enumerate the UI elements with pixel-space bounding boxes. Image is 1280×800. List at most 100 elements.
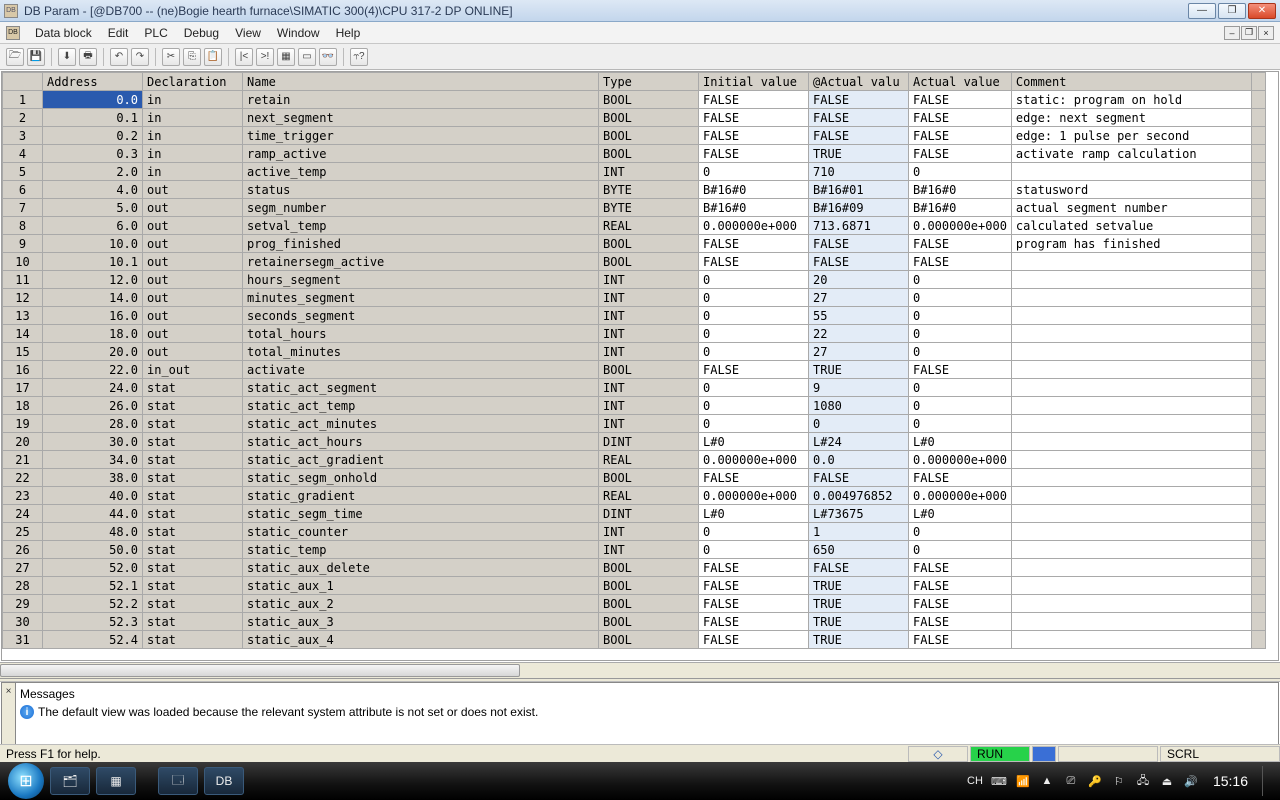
col-rownum[interactable] <box>3 73 43 91</box>
row-number[interactable]: 30 <box>3 613 43 631</box>
cell-declaration[interactable]: out <box>143 289 243 307</box>
cell-comment[interactable] <box>1011 163 1251 181</box>
col-name[interactable]: Name <box>243 73 599 91</box>
tray-keyboard-icon[interactable]: ⌨ <box>991 773 1007 789</box>
table-row[interactable]: 2238.0statstatic_segm_onholdBOOLFALSEFAL… <box>3 469 1266 487</box>
cell-declaration[interactable]: out <box>143 181 243 199</box>
cell-at-actual-value[interactable]: FALSE <box>809 127 909 145</box>
maximize-button[interactable]: ❐ <box>1218 3 1246 19</box>
cell-declaration[interactable]: in_out <box>143 361 243 379</box>
cell-type[interactable]: INT <box>599 343 699 361</box>
cell-actual-value[interactable]: 0 <box>909 523 1012 541</box>
cell-declaration[interactable]: in <box>143 145 243 163</box>
cell-declaration[interactable]: out <box>143 271 243 289</box>
tray-license-icon[interactable]: 🔑 <box>1087 773 1103 789</box>
cell-initial-value[interactable]: B#16#0 <box>699 199 809 217</box>
tray-ime-label[interactable]: CH <box>967 773 983 789</box>
cell-type[interactable]: BOOL <box>599 253 699 271</box>
cell-comment[interactable] <box>1011 487 1251 505</box>
cell-at-actual-value[interactable]: 55 <box>809 307 909 325</box>
cell-name[interactable]: segm_number <box>243 199 599 217</box>
cell-address[interactable]: 20.0 <box>43 343 143 361</box>
cell-declaration[interactable]: stat <box>143 595 243 613</box>
cell-address[interactable]: 34.0 <box>43 451 143 469</box>
tray-wifi-icon[interactable]: 📶 <box>1015 773 1031 789</box>
cell-declaration[interactable]: out <box>143 307 243 325</box>
cell-type[interactable]: INT <box>599 325 699 343</box>
cell-type[interactable]: BOOL <box>599 361 699 379</box>
cell-name[interactable]: status <box>243 181 599 199</box>
row-number[interactable]: 7 <box>3 199 43 217</box>
row-number[interactable]: 25 <box>3 523 43 541</box>
cell-declaration[interactable]: out <box>143 217 243 235</box>
cell-actual-value[interactable]: 0 <box>909 541 1012 559</box>
cell-address[interactable]: 24.0 <box>43 379 143 397</box>
row-number[interactable]: 17 <box>3 379 43 397</box>
cell-type[interactable]: REAL <box>599 451 699 469</box>
cell-actual-value[interactable]: FALSE <box>909 109 1012 127</box>
cell-name[interactable]: time_trigger <box>243 127 599 145</box>
row-number[interactable]: 22 <box>3 469 43 487</box>
tray-safe-remove-icon[interactable]: ⏏ <box>1159 773 1175 789</box>
cell-type[interactable]: BOOL <box>599 631 699 649</box>
cell-type[interactable]: BOOL <box>599 469 699 487</box>
tray-chevron-up-icon[interactable]: ▲ <box>1039 773 1055 789</box>
cell-address[interactable]: 52.3 <box>43 613 143 631</box>
col-at-actual-value[interactable]: @Actual valu <box>809 73 909 91</box>
cell-initial-value[interactable]: FALSE <box>699 235 809 253</box>
cell-comment[interactable] <box>1011 469 1251 487</box>
cell-at-actual-value[interactable]: L#24 <box>809 433 909 451</box>
cell-declaration[interactable]: stat <box>143 631 243 649</box>
cell-declaration[interactable]: in <box>143 163 243 181</box>
cell-comment[interactable] <box>1011 397 1251 415</box>
cell-declaration[interactable]: out <box>143 199 243 217</box>
cell-at-actual-value[interactable]: 710 <box>809 163 909 181</box>
cut-icon[interactable]: ✂ <box>162 48 180 66</box>
scrollbar-thumb[interactable] <box>0 664 520 677</box>
cell-comment[interactable] <box>1011 541 1251 559</box>
mdi-close-button[interactable]: × <box>1258 26 1274 40</box>
cell-comment[interactable] <box>1011 577 1251 595</box>
cell-comment[interactable] <box>1011 415 1251 433</box>
cell-initial-value[interactable]: FALSE <box>699 631 809 649</box>
cell-address[interactable]: 2.0 <box>43 163 143 181</box>
cell-actual-value[interactable]: FALSE <box>909 91 1012 109</box>
cell-comment[interactable] <box>1011 271 1251 289</box>
cell-at-actual-value[interactable]: TRUE <box>809 631 909 649</box>
cell-type[interactable]: BYTE <box>599 199 699 217</box>
table-row[interactable]: 2952.2statstatic_aux_2BOOLFALSETRUEFALSE <box>3 595 1266 613</box>
cell-name[interactable]: setval_temp <box>243 217 599 235</box>
table-row[interactable]: 3052.3statstatic_aux_3BOOLFALSETRUEFALSE <box>3 613 1266 631</box>
cell-type[interactable]: BOOL <box>599 109 699 127</box>
table-row[interactable]: 1724.0statstatic_act_segmentINT090 <box>3 379 1266 397</box>
cell-type[interactable]: BOOL <box>599 91 699 109</box>
cell-type[interactable]: REAL <box>599 487 699 505</box>
cell-address[interactable]: 30.0 <box>43 433 143 451</box>
cell-name[interactable]: activate <box>243 361 599 379</box>
cell-comment[interactable]: calculated setvalue <box>1011 217 1251 235</box>
cell-initial-value[interactable]: 0 <box>699 397 809 415</box>
cell-declaration[interactable]: out <box>143 325 243 343</box>
cell-address[interactable]: 0.2 <box>43 127 143 145</box>
cell-at-actual-value[interactable]: 20 <box>809 271 909 289</box>
cell-at-actual-value[interactable]: L#73675 <box>809 505 909 523</box>
cell-comment[interactable]: activate ramp calculation <box>1011 145 1251 163</box>
table-row[interactable]: 2444.0statstatic_segm_timeDINTL#0L#73675… <box>3 505 1266 523</box>
cell-actual-value[interactable]: B#16#0 <box>909 181 1012 199</box>
cell-declaration[interactable]: stat <box>143 487 243 505</box>
cell-at-actual-value[interactable]: TRUE <box>809 361 909 379</box>
cell-address[interactable]: 18.0 <box>43 325 143 343</box>
cell-type[interactable]: INT <box>599 163 699 181</box>
row-number[interactable]: 13 <box>3 307 43 325</box>
cell-address[interactable]: 28.0 <box>43 415 143 433</box>
cell-initial-value[interactable]: 0 <box>699 307 809 325</box>
cell-declaration[interactable]: stat <box>143 415 243 433</box>
show-desktop-button[interactable] <box>1262 766 1272 796</box>
cell-name[interactable]: static_act_temp <box>243 397 599 415</box>
cell-address[interactable]: 10.1 <box>43 253 143 271</box>
cell-address[interactable]: 44.0 <box>43 505 143 523</box>
cell-type[interactable]: BOOL <box>599 145 699 163</box>
cell-initial-value[interactable]: 0 <box>699 541 809 559</box>
cell-initial-value[interactable]: FALSE <box>699 253 809 271</box>
cell-declaration[interactable]: stat <box>143 559 243 577</box>
